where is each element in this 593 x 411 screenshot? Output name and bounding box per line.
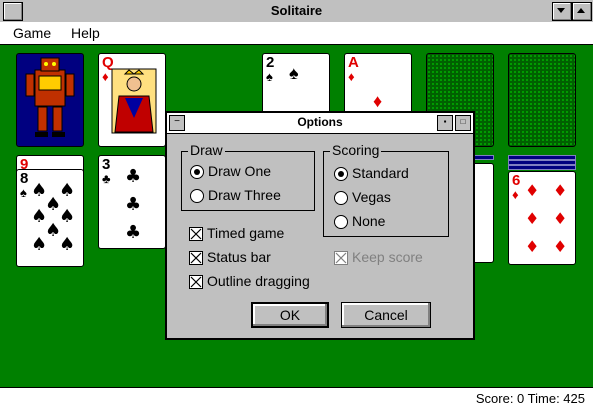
card-rank: 3 xyxy=(102,156,111,173)
maximize-button[interactable] xyxy=(572,2,592,21)
draw-three-radio[interactable] xyxy=(190,189,204,203)
spade-pip-icon: ♠ xyxy=(289,63,299,83)
foundation-4[interactable] xyxy=(508,53,576,147)
dialog-title: Options xyxy=(297,115,343,129)
options-dialog: − Options ▪ □ Draw Draw One Draw Three S… xyxy=(165,111,475,340)
diamond-pips-icon: ♦ ♦ ♦ ♦ ♦ ♦ xyxy=(525,181,567,256)
queen-face-icon xyxy=(111,68,157,134)
checkbox-x-icon xyxy=(190,228,202,240)
status-bar-label[interactable]: Status bar xyxy=(207,249,271,265)
svg-text:♦: ♦ xyxy=(525,237,539,256)
draw-group: Draw Draw One Draw Three xyxy=(181,142,315,211)
none-radio[interactable] xyxy=(334,215,348,229)
title-bar: Solitaire xyxy=(0,0,593,23)
none-label[interactable]: None xyxy=(352,213,385,229)
card-rank: 6 xyxy=(512,172,521,189)
draw-group-label: Draw xyxy=(188,142,225,158)
tableau-2-top-card[interactable]: 3 ♣ ♣ ♣ ♣ xyxy=(98,155,166,249)
keep-score-label: Keep score xyxy=(352,249,423,265)
draw-one-radio[interactable] xyxy=(190,165,204,179)
card-rank: 2 xyxy=(266,54,275,71)
tableau-7-top-card[interactable]: 6 ♦ ♦ ♦ ♦ ♦ ♦ ♦ xyxy=(508,171,576,265)
keep-score-checkbox xyxy=(334,251,348,265)
ok-button[interactable]: OK xyxy=(251,302,329,328)
scoring-group-label: Scoring xyxy=(330,142,382,158)
svg-text:♦: ♦ xyxy=(525,209,539,228)
status-bar: Score: 0 Time: 425 xyxy=(0,387,593,411)
outline-dragging-checkbox[interactable] xyxy=(189,275,203,289)
scoring-group: Scoring Standard Vegas None xyxy=(323,142,449,237)
club-pips-icon: ♣ ♣ ♣ xyxy=(125,166,141,243)
waste-card[interactable]: Q ♦ xyxy=(98,53,166,147)
dialog-title-bar: − Options ▪ □ xyxy=(167,113,473,134)
dialog-minimize-button[interactable]: ▪ xyxy=(437,115,453,131)
standard-radio[interactable] xyxy=(334,167,348,181)
minimize-button[interactable] xyxy=(552,2,572,21)
stock-pile[interactable] xyxy=(16,53,84,147)
checkbox-x-icon xyxy=(190,276,202,288)
minimize-icon xyxy=(557,8,565,13)
timed-game-label[interactable]: Timed game xyxy=(207,225,284,241)
outline-dragging-label[interactable]: Outline dragging xyxy=(207,273,310,289)
card-suit: ♠ xyxy=(266,69,273,84)
svg-text:♦: ♦ xyxy=(553,209,567,228)
timed-game-checkbox[interactable] xyxy=(189,227,203,241)
svg-text:♠: ♠ xyxy=(59,234,75,255)
status-bar-checkbox[interactable] xyxy=(189,251,203,265)
card-suit: ♦ xyxy=(512,187,519,202)
checkbox-x-icon xyxy=(335,252,347,264)
score-time-text: Score: 0 Time: 425 xyxy=(475,391,585,406)
card-suit: ♦ xyxy=(348,69,355,84)
maximize-icon xyxy=(577,8,585,13)
svg-text:♠: ♠ xyxy=(31,234,47,255)
svg-text:♠: ♠ xyxy=(59,180,75,201)
card-rank: 8 xyxy=(20,170,29,187)
card-suit: ♦ xyxy=(102,69,109,84)
window-title: Solitaire xyxy=(270,3,323,18)
card-rank: A xyxy=(348,54,359,71)
svg-text:♦: ♦ xyxy=(525,181,539,200)
svg-text:♣: ♣ xyxy=(125,166,141,187)
tableau-1-top-card[interactable]: 8 ♠ ♠ ♠ ♠ ♠ ♠ ♠ ♠ ♠ xyxy=(16,169,84,267)
card-suit: ♠ xyxy=(20,185,27,200)
menu-bar: Game Help xyxy=(0,22,593,45)
svg-text:♣: ♣ xyxy=(125,222,141,243)
menu-game[interactable]: Game xyxy=(13,25,51,41)
standard-label[interactable]: Standard xyxy=(352,165,409,181)
tableau-7-back-3 xyxy=(508,165,576,170)
vegas-radio[interactable] xyxy=(334,191,348,205)
checkbox-x-icon xyxy=(190,252,202,264)
robot-card-back-icon xyxy=(25,57,75,137)
svg-text:♠: ♠ xyxy=(59,206,75,227)
svg-text:♣: ♣ xyxy=(125,194,141,215)
draw-three-label[interactable]: Draw Three xyxy=(208,187,281,203)
menu-help[interactable]: Help xyxy=(71,25,100,41)
spade-pips-icon: ♠ ♠ ♠ ♠ ♠ ♠ ♠ ♠ xyxy=(31,180,75,255)
svg-text:♦: ♦ xyxy=(553,181,567,200)
cancel-button[interactable]: Cancel xyxy=(341,302,431,328)
dialog-maximize-button[interactable]: □ xyxy=(455,115,471,131)
draw-one-label[interactable]: Draw One xyxy=(208,163,271,179)
svg-text:♦: ♦ xyxy=(553,237,567,256)
card-suit: ♣ xyxy=(102,171,111,186)
vegas-label[interactable]: Vegas xyxy=(352,189,391,205)
diamond-pip-icon: ♦ xyxy=(373,91,383,111)
